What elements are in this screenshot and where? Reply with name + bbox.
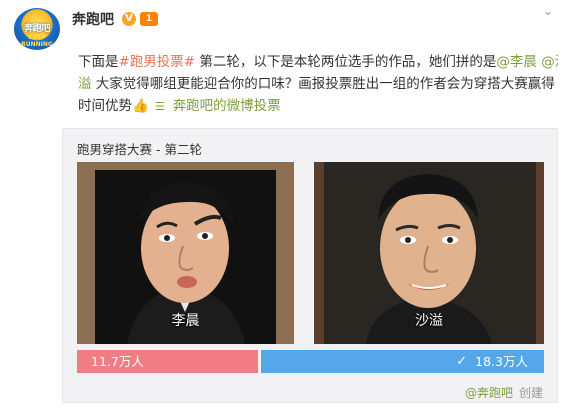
vote-author-link[interactable]: @奔跑吧 <box>465 386 513 400</box>
avatar-logo-subtext: KEEP RUNNING <box>21 34 53 48</box>
vote-icon: ☰ <box>154 100 165 113</box>
vote-result-bar: 11.7万人 ✓ 18.3万人 <box>77 350 544 373</box>
chevron-down-icon[interactable]: ⌄ <box>541 5 555 17</box>
avatar-logo-text: 奔跑吧 <box>24 24 50 34</box>
mention-link-shayi[interactable]: @沙 <box>541 54 558 70</box>
vote-bar-option-b[interactable]: ✓ 18.3万人 <box>261 350 544 373</box>
mention-link-lichen[interactable]: @李晨 <box>496 54 537 70</box>
avatar[interactable]: 奔跑吧 KEEP RUNNING <box>14 8 60 50</box>
option-b-label: 沙溢 <box>415 313 443 329</box>
post-line-2: 溢 大家觉得哪组更能迎合你的口味？画报投票胜出一组的作者会为穿搭大赛赢得 <box>78 73 558 95</box>
vote-created-label: 创建 <box>518 386 543 400</box>
vote-count-a: 11.7万人 <box>91 354 144 369</box>
post-line-3: 时间优势👍 ☰ 奔跑吧的微博投票 <box>78 95 558 118</box>
option-a-label: 李晨 <box>171 313 200 329</box>
vote-credit: @奔跑吧 创建 <box>465 384 543 401</box>
vote-title: 跑男穿搭大赛 - 第二轮 <box>77 142 202 157</box>
post-text-segment: 下面是 <box>78 54 119 70</box>
post-text-segment: 时间优势 <box>78 98 132 114</box>
vote-bar-option-a[interactable]: 11.7万人 <box>77 350 258 373</box>
checkmark-icon: ✓ <box>456 354 468 369</box>
thumbs-up-emoji: 👍 <box>132 98 149 114</box>
mention-link-shayi-cont[interactable]: 溢 <box>78 76 92 92</box>
post-text: 下面是#跑男投票# 第二轮，以下是本轮两位选手的作品，她们拼的是@李晨 @沙 溢… <box>78 51 558 118</box>
post-line-1: 下面是#跑男投票# 第二轮，以下是本轮两位选手的作品，她们拼的是@李晨 @沙 <box>78 51 558 73</box>
post-text-segment: 第二轮，以下是本轮两位选手的作品，她们拼的是 <box>195 54 497 70</box>
post-text-segment: 大家觉得哪组更能迎合你的口味？画报投票胜出一组的作者会为穿搭大赛赢得 <box>91 76 555 92</box>
account-header: 奔跑吧 V 1 <box>72 9 158 29</box>
verified-badge-icon: V <box>122 12 136 26</box>
hashtag-link[interactable]: #跑男投票# <box>119 54 196 70</box>
username[interactable]: 奔跑吧 <box>72 9 114 29</box>
vote-option-b[interactable]: 沙溢 <box>314 162 544 344</box>
vote-card: 跑男穿搭大赛 - 第二轮 李晨 沙溢 11.7万人 ✓ 18.3万人 @奔跑吧 … <box>62 128 558 403</box>
vote-source-link[interactable]: 奔跑吧的微博投票 <box>173 98 281 114</box>
vote-option-a[interactable]: 李晨 <box>77 162 294 344</box>
vote-count-b: 18.3万人 <box>475 354 528 369</box>
vip-badge-icon: 1 <box>140 12 158 26</box>
